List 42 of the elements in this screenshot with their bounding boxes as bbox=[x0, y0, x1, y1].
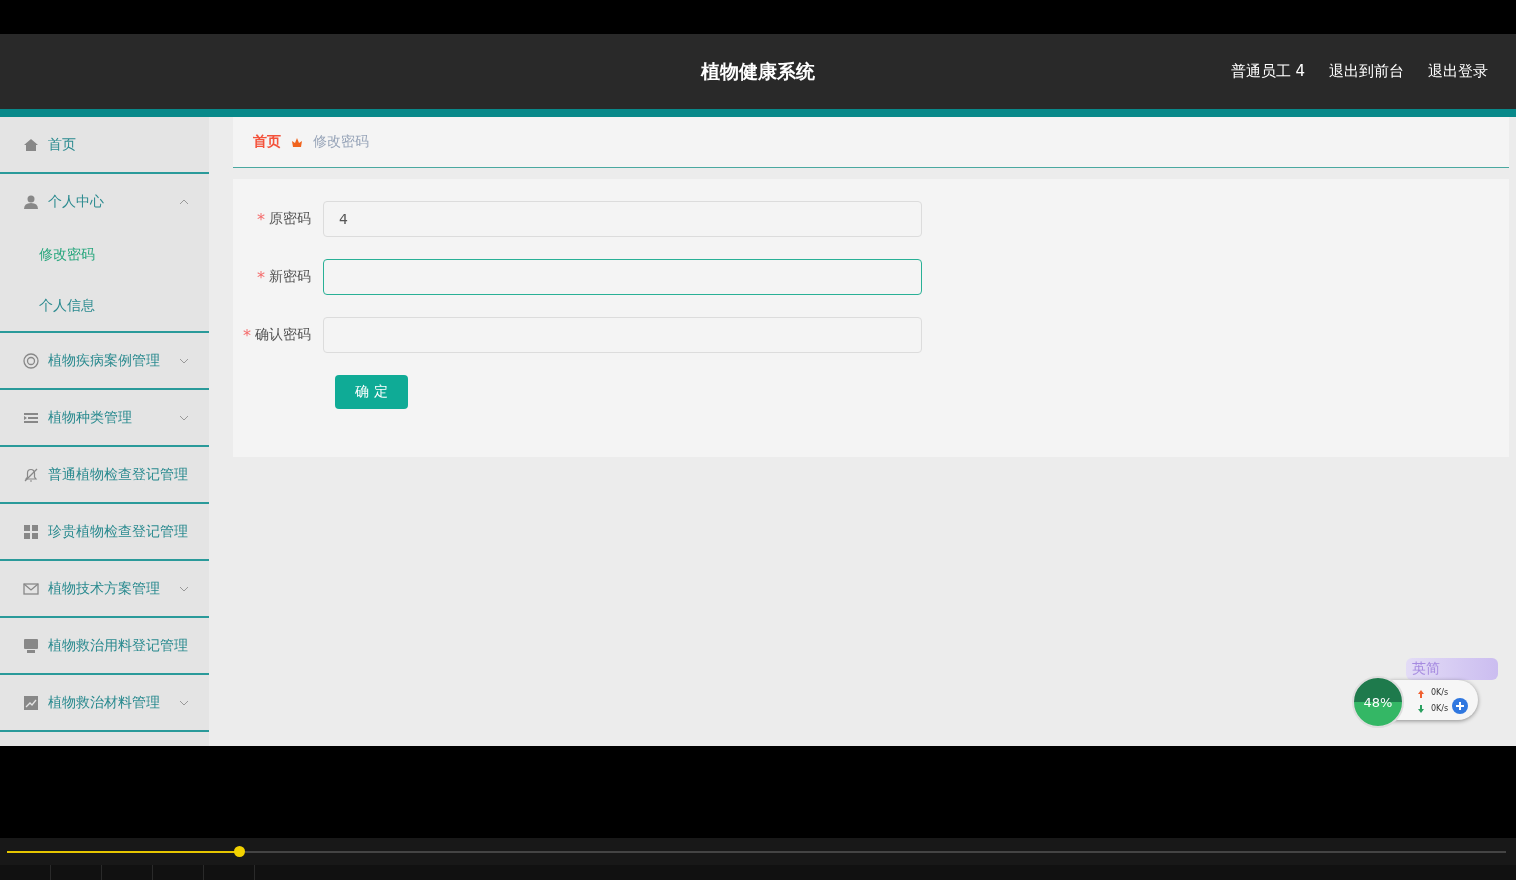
lifebuoy-icon bbox=[23, 352, 39, 369]
confirm-button[interactable]: 确 定 bbox=[335, 375, 408, 409]
field-label: 确认密码 bbox=[255, 326, 311, 344]
memory-percent[interactable]: 48% bbox=[1352, 676, 1404, 728]
field-label: 新密码 bbox=[269, 268, 311, 286]
user-icon bbox=[23, 193, 39, 210]
up-arrow-icon bbox=[1418, 690, 1424, 698]
sidebar-subitem[interactable]: 修改密码 bbox=[0, 229, 209, 280]
password-field[interactable]: 4 bbox=[323, 201, 922, 237]
required-mark: * bbox=[257, 267, 265, 287]
crown-icon bbox=[291, 136, 303, 148]
ime-badge[interactable]: 英简 bbox=[1406, 658, 1498, 680]
sidebar-item[interactable]: 植物救治用料登记管理 bbox=[0, 618, 209, 673]
sidebar-item[interactable]: 珍贵植物检查登记管理 bbox=[0, 504, 209, 559]
sidebar-item[interactable]: 首页 bbox=[0, 117, 209, 172]
grid-icon bbox=[23, 523, 39, 540]
monitor-icon bbox=[23, 637, 39, 654]
required-mark: * bbox=[243, 325, 251, 345]
home-icon bbox=[23, 136, 39, 153]
breadcrumb-home[interactable]: 首页 bbox=[253, 133, 281, 151]
sidebar-item[interactable]: 个人中心 bbox=[0, 174, 209, 229]
sidebar-item[interactable]: 植物疾病案例管理 bbox=[0, 333, 209, 388]
required-mark: * bbox=[257, 209, 265, 229]
password-field[interactable] bbox=[323, 259, 922, 295]
breadcrumb-current: 修改密码 bbox=[313, 133, 369, 151]
header-link[interactable]: 普通员工 4 bbox=[1230, 62, 1305, 81]
sidebar-item[interactable]: 植物种类管理 bbox=[0, 390, 209, 445]
header-link[interactable]: 退出到前台 bbox=[1329, 62, 1404, 81]
download-speed: 0K/s bbox=[1431, 704, 1449, 713]
field-label: 原密码 bbox=[269, 210, 311, 228]
upload-speed: 0K/s bbox=[1431, 688, 1449, 697]
bell-off-icon bbox=[23, 466, 39, 483]
sidebar-item[interactable]: 植物技术方案管理 bbox=[0, 561, 209, 616]
sidebar-item[interactable]: 普通植物检查登记管理 bbox=[0, 447, 209, 502]
chart-icon bbox=[23, 694, 39, 711]
mail-icon bbox=[23, 580, 39, 597]
sidebar-item[interactable]: 植物救治材料管理 bbox=[0, 675, 209, 730]
sidebar-subitem[interactable]: 个人信息 bbox=[0, 280, 209, 331]
down-arrow-icon bbox=[1418, 705, 1424, 713]
app-title: 植物健康系统 bbox=[701, 59, 815, 82]
header-link[interactable]: 退出登录 bbox=[1428, 62, 1488, 81]
progress-handle[interactable] bbox=[234, 845, 245, 857]
